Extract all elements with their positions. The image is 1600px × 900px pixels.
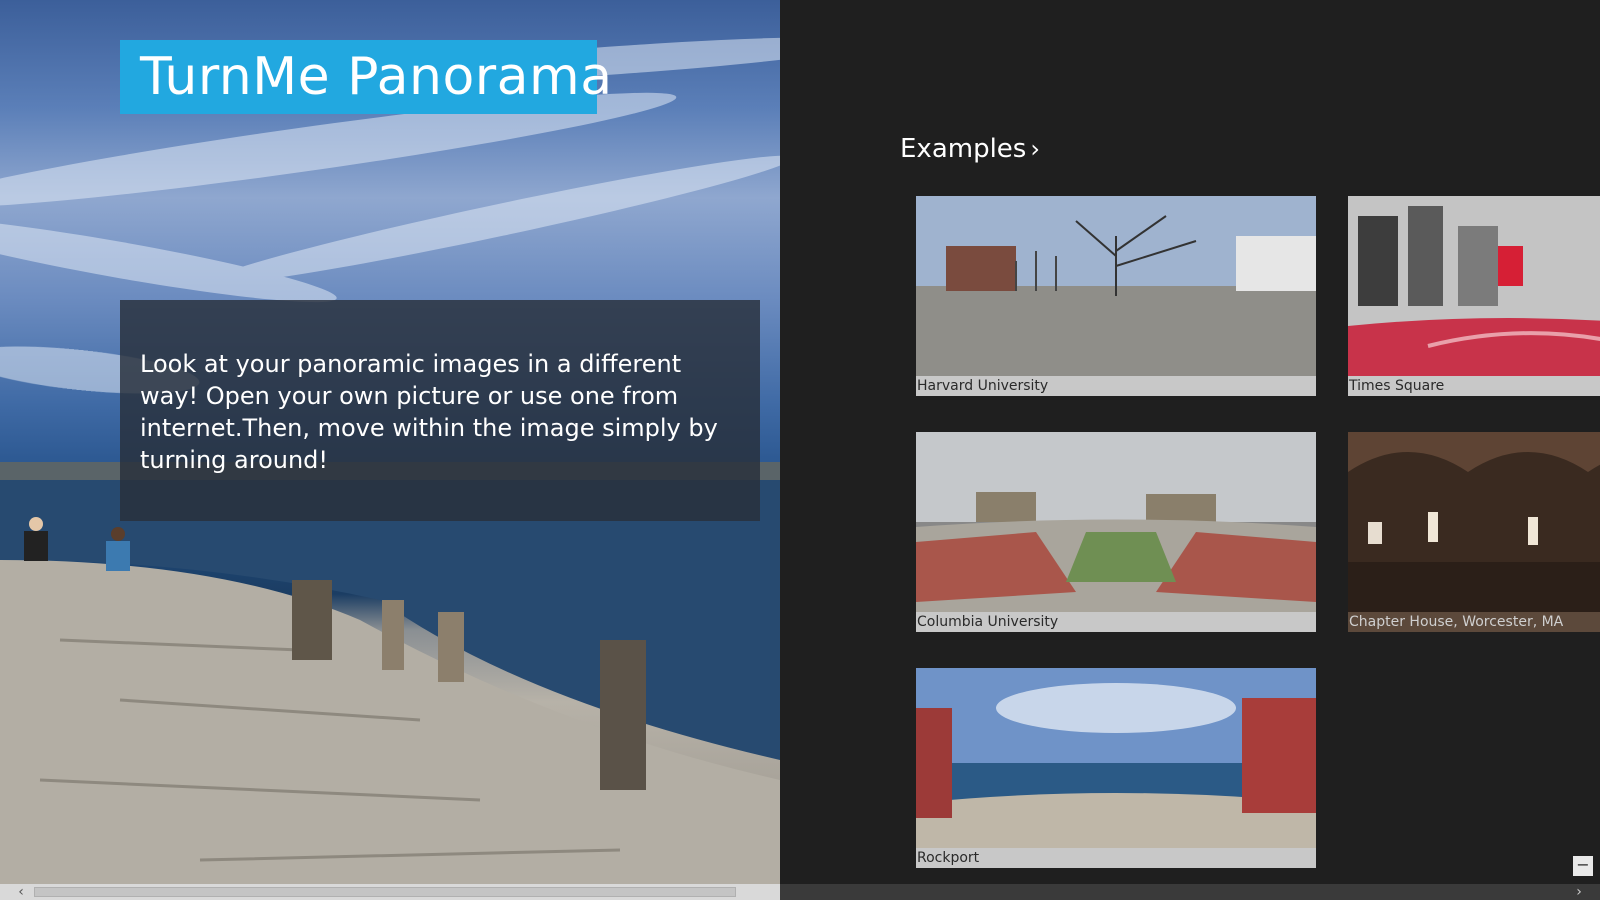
example-tile-rockport[interactable]: Rockport: [916, 668, 1316, 868]
chevron-right-icon: ›: [1030, 135, 1040, 163]
app-title: TurnMe Panorama: [120, 40, 612, 114]
tile-caption: Chapter House, Worcester, MA: [1348, 612, 1600, 632]
example-tile-harvard[interactable]: Harvard University: [916, 196, 1316, 396]
semantic-zoom-button[interactable]: −: [1573, 856, 1593, 876]
tile-caption: Columbia University: [916, 612, 1316, 632]
scroll-right-icon[interactable]: ›: [1570, 884, 1588, 900]
example-tile-times-square[interactable]: Times Square: [1348, 196, 1600, 396]
examples-panel: Examples › Harvard University Times Squa…: [780, 0, 1600, 900]
app-window: TurnMe Panorama Look at your panoramic i…: [0, 0, 1600, 900]
example-tile-columbia[interactable]: Columbia University: [916, 432, 1316, 632]
example-tile-chapter-house[interactable]: Chapter House, Worcester, MA: [1348, 432, 1600, 632]
times-square-thumbnail: [1348, 196, 1600, 376]
harvard-thumbnail: [916, 196, 1316, 376]
tile-caption: Rockport: [916, 848, 1316, 868]
horizontal-scrollbar[interactable]: ‹ ›: [0, 884, 1600, 900]
tile-caption: Harvard University: [916, 376, 1316, 396]
chapter-house-thumbnail: [1348, 432, 1600, 612]
scroll-left-icon[interactable]: ‹: [12, 884, 30, 900]
app-description: Look at your panoramic images in a diffe…: [120, 300, 760, 521]
columbia-thumbnail: [916, 432, 1316, 612]
examples-header-link[interactable]: Examples ›: [900, 134, 1040, 164]
rockport-thumbnail: [916, 668, 1316, 848]
scrollbar-thumb[interactable]: [34, 887, 736, 897]
tile-caption: Times Square: [1348, 376, 1600, 396]
hero-panel: TurnMe Panorama Look at your panoramic i…: [0, 0, 780, 900]
examples-header-label: Examples: [900, 134, 1027, 164]
